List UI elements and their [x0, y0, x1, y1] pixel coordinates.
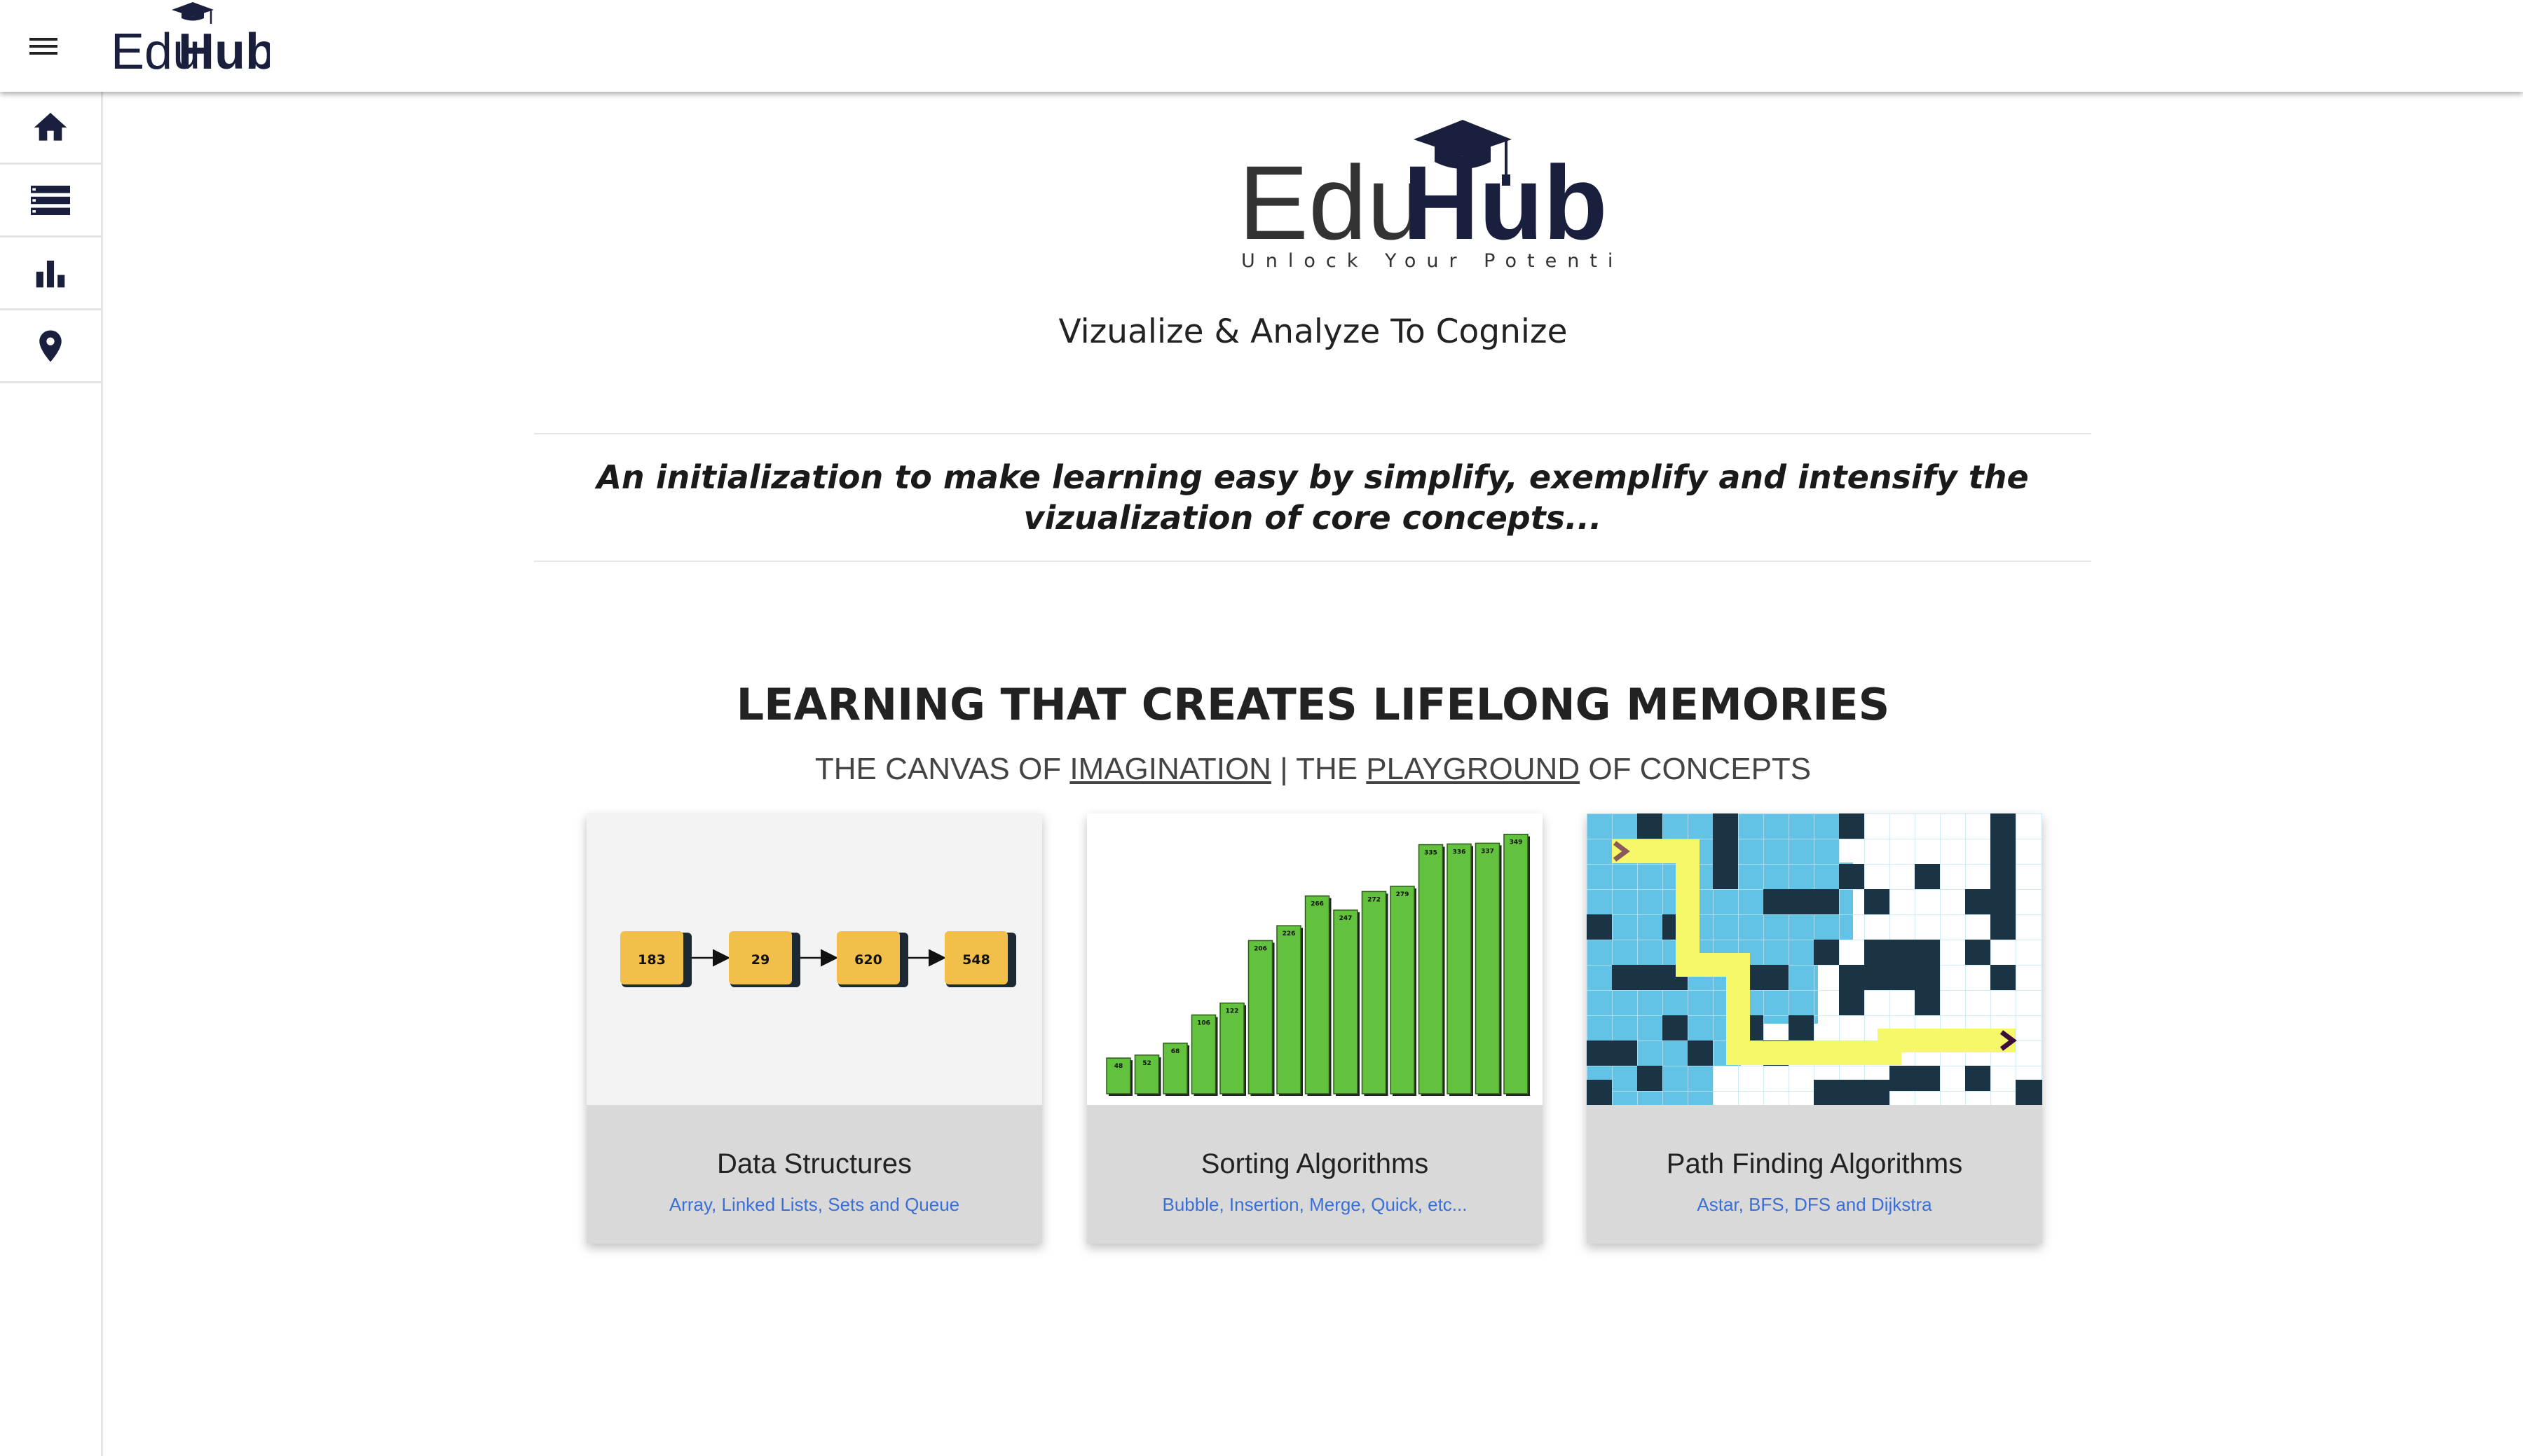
section-subtitle: THE CANVAS OF IMAGINATION | THE PLAYGROU…	[103, 752, 2523, 787]
logo-text-hub: Hub	[178, 24, 270, 77]
node-value: 548	[962, 952, 990, 968]
sort-bar-label: 247	[1339, 915, 1353, 922]
list-node: 620	[837, 931, 908, 987]
hero-logo-edu: Edu	[1238, 144, 1425, 261]
menu-icon[interactable]	[21, 25, 70, 67]
hero-quote: An initialization to make learning easy …	[596, 458, 2029, 537]
linked-list-thumbnail: 183 29 620 548	[587, 813, 1042, 1105]
card-title: Sorting Algorithms	[1201, 1148, 1429, 1179]
sidebar	[0, 92, 103, 1456]
card-subtitle: Bubble, Insertion, Merge, Quick, etc...	[1162, 1194, 1468, 1215]
card-caption: Path Finding Algorithms Astar, BFS, DFS …	[1587, 1105, 2042, 1244]
card-title: Data Structures	[717, 1148, 912, 1179]
sort-bar-label: 68	[1171, 1048, 1180, 1055]
card-caption: Data Structures Array, Linked Lists, Set…	[587, 1105, 1042, 1244]
sort-bar-label: 272	[1367, 896, 1381, 903]
sort-bar-label: 266	[1311, 901, 1324, 908]
subtitle-text-pre: THE CANVAS OF	[814, 752, 1062, 786]
sort-bar: 272	[1361, 891, 1388, 1096]
sort-bar-label: 52	[1142, 1060, 1151, 1067]
sort-bar-label: 349	[1510, 839, 1523, 846]
quote-box: An initialization to make learning easy …	[534, 433, 2091, 562]
card-subtitle: Astar, BFS, DFS and Dijkstra	[1697, 1194, 1932, 1215]
subtitle-text-mid: | THE	[1280, 752, 1358, 786]
sort-bar-label: 106	[1197, 1020, 1210, 1027]
sort-bar: 122	[1219, 1002, 1246, 1096]
sort-bar-label: 337	[1481, 848, 1494, 855]
sidebar-item-sorting[interactable]	[0, 238, 101, 310]
node-value: 183	[638, 952, 666, 968]
card-sorting-algorithms[interactable]: 48 52 68 106 122 206 226 266 247 272 279 335 336 337 3…	[1087, 813, 1543, 1244]
sidebar-item-home[interactable]	[0, 92, 101, 165]
sort-bar: 206	[1247, 940, 1275, 1096]
imagination-link[interactable]: IMAGINATION	[1069, 752, 1271, 786]
list-icon	[31, 185, 70, 215]
sort-bar: 349	[1503, 833, 1530, 1096]
sort-bar: 266	[1304, 895, 1332, 1096]
sort-bar-label: 206	[1254, 945, 1267, 952]
brand-tagline: Unlock Your Potential	[1241, 250, 1617, 272]
sort-bar: 48	[1106, 1057, 1133, 1096]
main-content: Edu Hub Unlock Your Potential Vizualize …	[103, 92, 2523, 1456]
sort-bar-label: 226	[1283, 930, 1296, 938]
card-subtitle: Array, Linked Lists, Sets and Queue	[669, 1194, 960, 1215]
card-path-finding-algorithms[interactable]: Path Finding Algorithms Astar, BFS, DFS …	[1587, 813, 2042, 1244]
home-icon	[34, 112, 67, 141]
hero-subtitle: Vizualize & Analyze To Cognize	[1058, 313, 1568, 351]
sort-bar: 337	[1475, 842, 1502, 1096]
sidebar-item-path-finding[interactable]	[0, 310, 101, 383]
sort-bar-label: 279	[1396, 891, 1409, 898]
playground-link[interactable]: PLAYGROUND	[1366, 752, 1580, 786]
sort-bar-label: 122	[1226, 1008, 1239, 1015]
sort-bar: 52	[1134, 1055, 1161, 1096]
list-node: 548	[945, 931, 1016, 987]
section-title: LEARNING THAT CREATES LIFELONG MEMORIES	[736, 679, 1890, 730]
hero-logo-hub: Hub	[1403, 144, 1608, 261]
card-title: Path Finding Algorithms	[1666, 1148, 1963, 1179]
sort-bar: 247	[1333, 909, 1360, 1096]
path-grid-thumbnail	[1587, 813, 2042, 1105]
eduhub-logo: Edu Hub Unlock Your Potential	[1238, 120, 1617, 272]
sorting-bars-thumbnail: 48 52 68 106 122 206 226 266 247 272 279 335 336 337 3…	[1087, 813, 1543, 1105]
sort-bar-label: 48	[1114, 1063, 1123, 1070]
list-node: 183	[620, 931, 692, 987]
eduhub-logo-small[interactable]: Edu Hub	[109, 0, 270, 77]
node-value: 29	[751, 952, 770, 968]
location-pin-icon	[39, 330, 62, 362]
sort-bar: 336	[1447, 843, 1473, 1096]
card-data-structures[interactable]: 183 29 620 548 Data Structures Array, Li…	[587, 813, 1042, 1244]
node-value: 620	[854, 952, 882, 968]
card-caption: Sorting Algorithms Bubble, Insertion, Me…	[1087, 1105, 1543, 1244]
subtitle-text-post: OF CONCEPTS	[1588, 752, 1812, 786]
sort-bar: 279	[1390, 886, 1416, 1096]
list-node: 29	[729, 931, 800, 987]
sort-bar-label: 336	[1453, 849, 1466, 856]
sort-bar: 106	[1191, 1014, 1218, 1096]
top-app-bar: Edu Hub	[0, 0, 2523, 92]
sort-bar: 226	[1276, 925, 1303, 1096]
sidebar-item-data-structures[interactable]	[0, 165, 101, 238]
sort-bar: 335	[1418, 844, 1445, 1096]
bar-chart-icon	[36, 260, 65, 287]
sort-bar: 68	[1163, 1043, 1189, 1096]
sort-bar-label: 335	[1424, 850, 1437, 857]
